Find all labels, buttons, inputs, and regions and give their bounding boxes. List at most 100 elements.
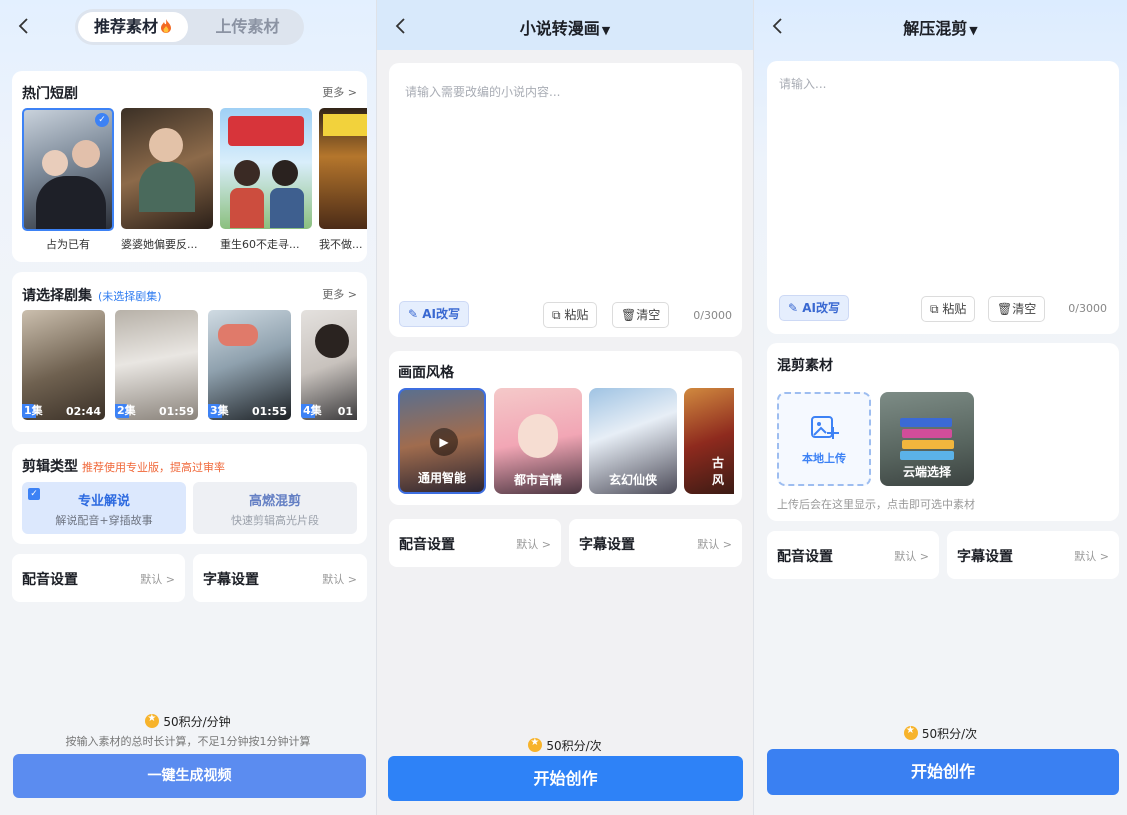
thumb-detail [218, 324, 258, 346]
image-upload-icon [811, 416, 839, 439]
coin-icon [903, 725, 918, 740]
poster-figure [36, 176, 106, 229]
coin-icon [528, 737, 543, 752]
material-card: 混剪素材 本地上传 云端选择 上传后会在这里显示，点击即可选中素材 [767, 343, 1119, 521]
thumb-detail [900, 418, 952, 427]
fire-icon [161, 19, 171, 33]
drama-poster-2[interactable] [121, 108, 213, 229]
generate-video-button[interactable]: 一键生成视频 [13, 754, 366, 798]
thumb-detail [315, 324, 349, 358]
poster-figure [139, 162, 195, 212]
start-create-button[interactable]: 开始创作 [767, 749, 1119, 795]
drama-caption-2: 婆婆她偏要反... [121, 238, 198, 251]
pencil-icon: ✎ [788, 301, 799, 315]
subtitle-setting-row[interactable]: 字幕设置 默认 > [947, 531, 1119, 579]
edit-type-hint: 推荐使用专业版，提高过审率 [82, 461, 225, 474]
drama-caption-3: 重生60不走寻... [220, 238, 300, 251]
cost-label: 50积分/次 [377, 737, 753, 754]
thumb-detail [900, 451, 954, 460]
char-count: 0/3000 [1068, 302, 1107, 315]
style-option-ancient[interactable]: 古风 [684, 388, 734, 494]
material-title: 混剪素材 [777, 358, 833, 374]
drama-caption-1: 占为已有 [46, 238, 90, 251]
ai-rewrite-button[interactable]: ✎ AI改写 [779, 295, 850, 321]
clear-button[interactable]: 🗑清空 [612, 302, 670, 328]
poster-figure [42, 150, 68, 176]
start-create-button[interactable]: 开始创作 [388, 756, 743, 801]
poster-figure [272, 160, 298, 186]
input-placeholder: 请输入... [779, 77, 827, 91]
poster-figure [234, 160, 260, 186]
poster-figure [230, 188, 264, 228]
edit-type-title: 剪辑类型 推荐使用专业版，提高过审率 [22, 459, 225, 475]
clipboard-icon: ⧉ [552, 308, 561, 322]
selected-check-icon: ✓ [95, 113, 109, 127]
char-count: 0/3000 [693, 309, 732, 322]
subtitle-setting-row[interactable]: 字幕设置 默认 > [569, 519, 742, 567]
poster-figure [72, 140, 100, 168]
style-figure [518, 414, 558, 458]
drama-caption-4: 我不做... [319, 238, 363, 251]
edit-type-option-pro[interactable]: ✓ 专业解说 解说配音+穿插故事 [22, 482, 186, 534]
screen-novel-to-comic: 小说转漫画 ▼ 请输入需要改编的小说内容... ✎ AI改写 ⧉ 粘贴 🗑清空 0… [376, 0, 753, 815]
style-option-general[interactable]: ▶ 通用智能 [398, 388, 486, 494]
material-note: 上传后会在这里显示，点击即可选中素材 [777, 498, 975, 511]
screen-relax-mix: 解压混剪 ▼ 请输入... ✎ AI改写 ⧉ 粘贴 🗑清空 0/3000 混剪素材… [753, 0, 1127, 815]
hot-drama-title: 热门短剧 [22, 86, 78, 102]
page-title[interactable]: 解压混剪 ▼ [754, 15, 1127, 39]
pencil-icon: ✎ [408, 307, 419, 321]
cloud-select-button[interactable]: 云端选择 [880, 392, 974, 486]
poster-title-band [228, 116, 304, 146]
back-icon[interactable] [14, 16, 34, 36]
coin-icon [145, 713, 160, 728]
hot-drama-more-link[interactable]: 更多 > [322, 84, 357, 100]
cost-label: 50积分/分钟 [0, 713, 376, 730]
hot-drama-card: 热门短剧 更多 > ✓ 占为已有 婆婆她偏要反... 重生60不走寻... 我不… [12, 71, 367, 262]
trash-icon: 🗑 [621, 308, 637, 322]
episode-thumb-3[interactable]: 3集 01:55 [208, 310, 291, 420]
episode-more-link[interactable]: 更多 > [322, 286, 357, 302]
dropdown-triangle-icon: ▼ [601, 24, 611, 37]
checkbox-checked-icon: ✓ [28, 488, 40, 500]
thumb-detail [902, 429, 952, 438]
input-placeholder: 请输入需要改编的小说内容... [405, 85, 561, 99]
poster-figure [270, 188, 304, 228]
thumb-detail [902, 440, 954, 449]
clear-button[interactable]: 🗑清空 [988, 296, 1046, 322]
style-option-fantasy[interactable]: 玄幻仙侠 [589, 388, 677, 494]
voice-setting-row[interactable]: 配音设置 默认 > [12, 554, 185, 602]
screen-recommend-material: 推荐素材 上传素材 热门短剧 更多 > ✓ 占为已有 婆婆她偏要反... 重生6… [0, 0, 376, 815]
poster-figure [149, 128, 183, 162]
voice-setting-row[interactable]: 配音设置 默认 > [389, 519, 561, 567]
poster-title-band [323, 114, 367, 136]
novel-text-input[interactable]: 请输入需要改编的小说内容... ✎ AI改写 ⧉ 粘贴 🗑清空 0/3000 [389, 63, 742, 337]
trash-icon: 🗑 [997, 302, 1013, 316]
text-input[interactable]: 请输入... ✎ AI改写 ⧉ 粘贴 🗑清空 0/3000 [767, 61, 1119, 334]
drama-poster-3[interactable] [220, 108, 312, 229]
style-title: 画面风格 [398, 365, 454, 381]
tab-upload[interactable]: 上传素材 [195, 12, 300, 42]
cost-note: 按输入素材的总时长计算，不足1分钟按1分钟计算 [65, 735, 311, 748]
drama-poster-4[interactable] [319, 108, 367, 229]
dropdown-triangle-icon: ▼ [969, 24, 978, 37]
local-upload-button[interactable]: 本地上传 [777, 392, 871, 486]
tab-recommend[interactable]: 推荐素材 [78, 12, 188, 42]
play-icon: ▶ [430, 428, 458, 456]
episode-hint: (未选择剧集) [98, 290, 162, 303]
voice-setting-row[interactable]: 配音设置 默认 > [767, 531, 939, 579]
paste-button[interactable]: ⧉ 粘贴 [543, 302, 598, 328]
style-option-urban[interactable]: 都市言情 [494, 388, 582, 494]
cost-label: 50积分/次 [754, 725, 1127, 742]
ai-rewrite-button[interactable]: ✎ AI改写 [399, 301, 470, 327]
episode-thumb-2[interactable]: 2集 01:59 [115, 310, 198, 420]
page-title[interactable]: 小说转漫画 ▼ [377, 15, 753, 39]
episode-title: 请选择剧集 (未选择剧集) [22, 288, 162, 304]
subtitle-setting-row[interactable]: 字幕设置 默认 > [193, 554, 367, 602]
edit-type-option-mix[interactable]: 高燃混剪 快速剪辑高光片段 [193, 482, 357, 534]
episode-thumb-1[interactable]: 1集 02:44 [22, 310, 105, 420]
top-tab-switch: 推荐素材 上传素材 [75, 9, 304, 45]
paste-button[interactable]: ⧉ 粘贴 [921, 296, 976, 322]
episode-thumb-4[interactable]: 4集 01 [301, 310, 357, 420]
clipboard-icon: ⧉ [930, 302, 939, 316]
drama-poster-1[interactable]: ✓ [22, 108, 114, 231]
